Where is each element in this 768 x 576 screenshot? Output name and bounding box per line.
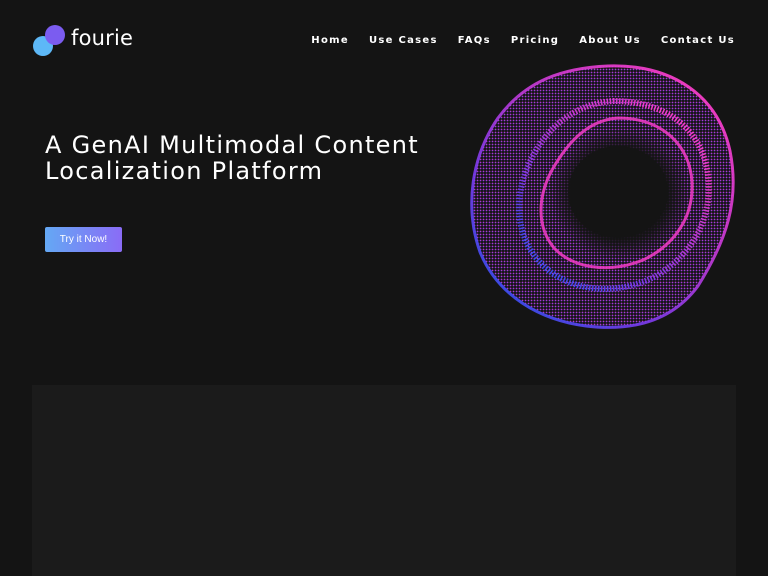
nav-home[interactable]: Home (311, 35, 349, 46)
hero-orb-graphic (470, 64, 735, 329)
nav-contact-us[interactable]: Contact Us (661, 35, 735, 46)
media-panel (32, 385, 736, 576)
nav-about-us[interactable]: About Us (579, 35, 641, 46)
orb-core (568, 146, 668, 238)
main-nav: Home Use Cases FAQs Pricing About Us Con… (311, 35, 735, 46)
logo-icon (32, 24, 66, 56)
nav-use-cases[interactable]: Use Cases (369, 35, 438, 46)
nav-pricing[interactable]: Pricing (511, 35, 559, 46)
nav-faqs[interactable]: FAQs (458, 35, 491, 46)
logo-dot-purple (45, 25, 65, 45)
page: fourie Home Use Cases FAQs Pricing About… (0, 0, 768, 576)
hero-title-line-2: Localization Platform (45, 157, 324, 185)
brand-logo[interactable]: fourie (32, 24, 133, 56)
hero-title: A GenAI Multimodal Content Localization … (45, 132, 465, 184)
hero-title-line-1: A GenAI Multimodal Content (45, 131, 419, 159)
try-it-now-button[interactable]: Try it Now! (45, 227, 122, 252)
brand-name: fourie (71, 26, 134, 50)
